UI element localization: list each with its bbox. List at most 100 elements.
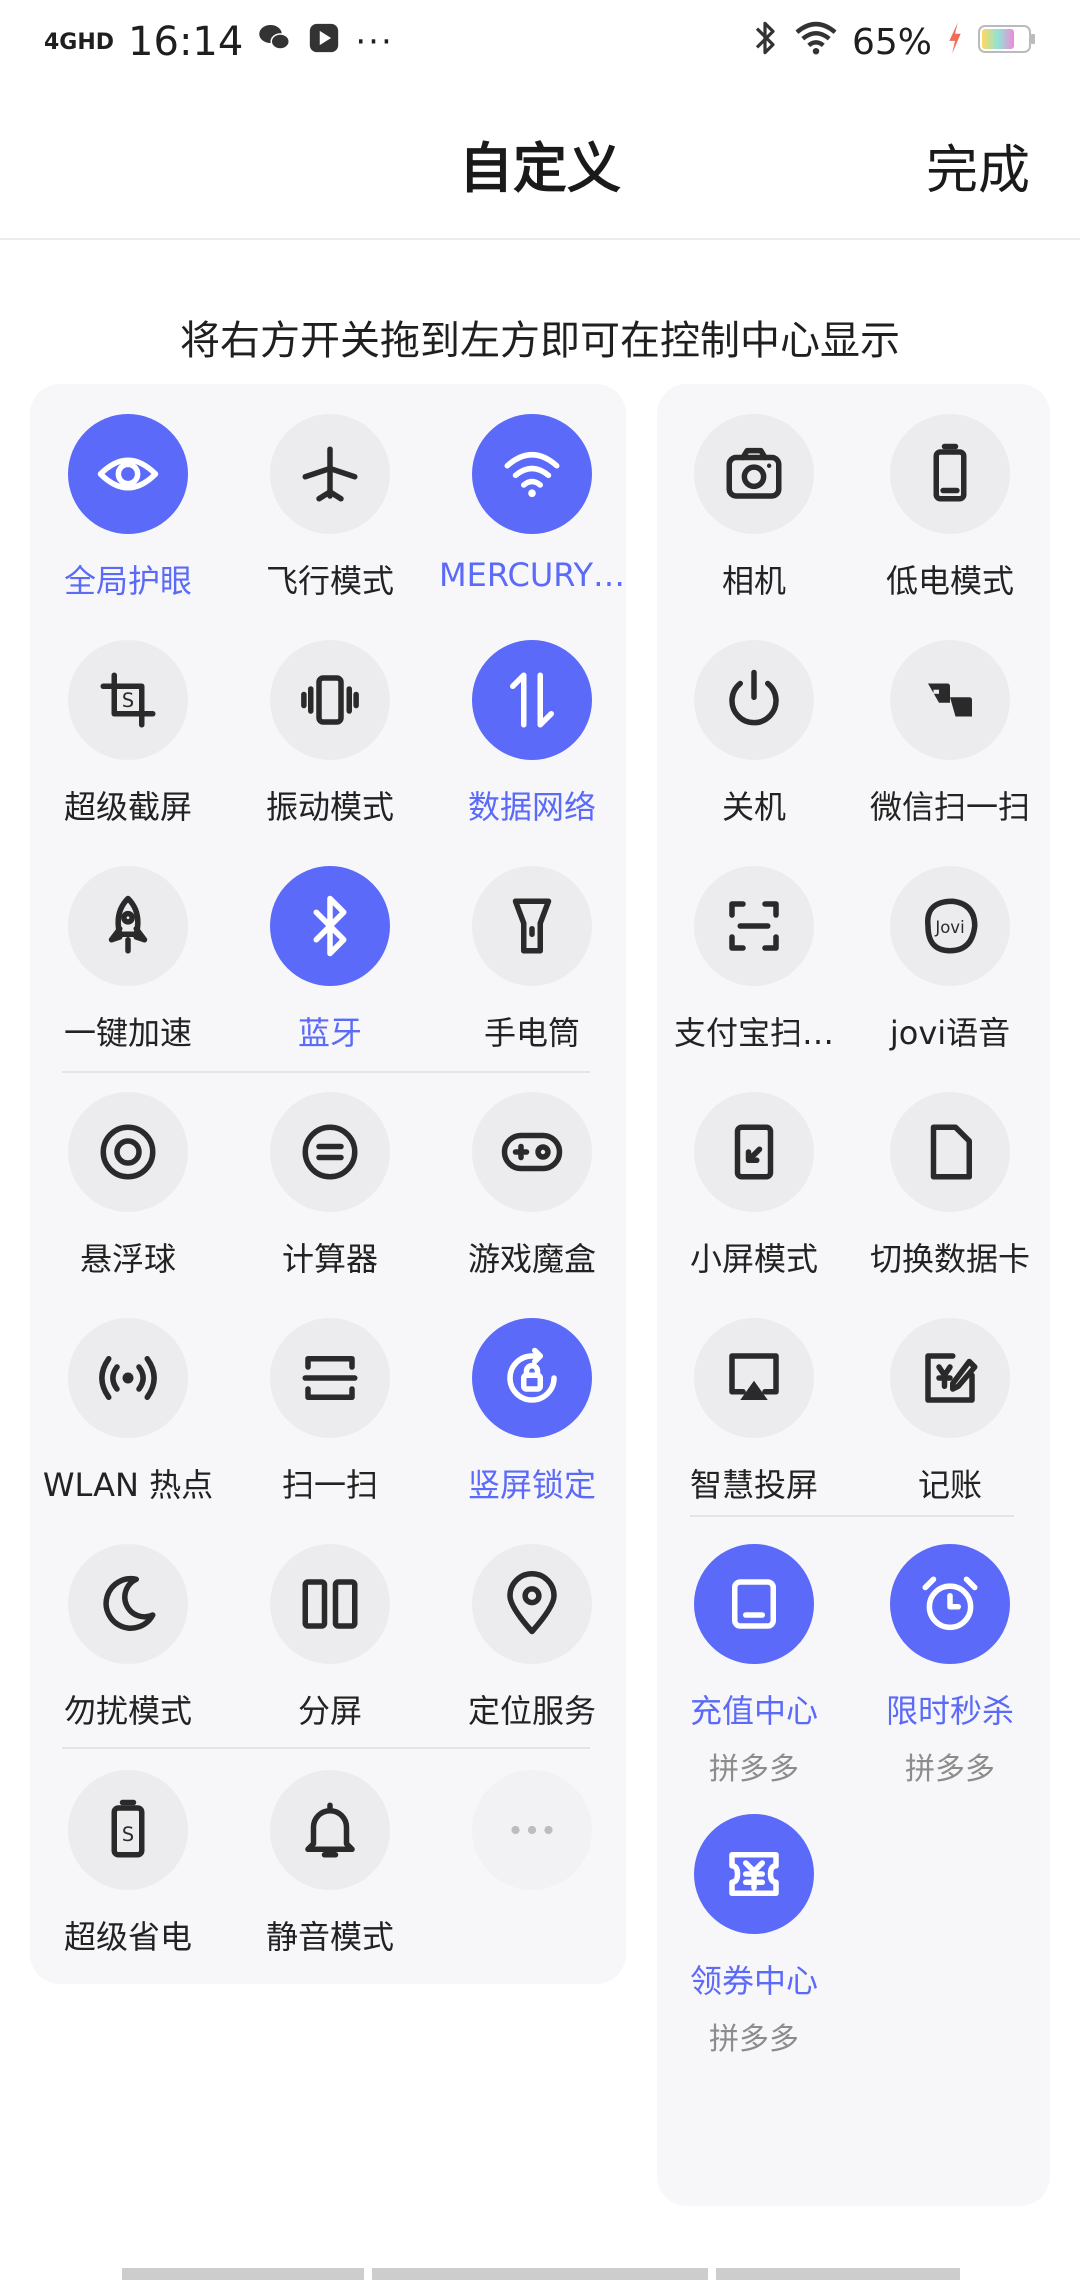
wechat-icon [257, 19, 293, 65]
done-button[interactable]: 完成 [926, 128, 1030, 203]
tile-calculator[interactable]: 计算器 [230, 1092, 430, 1280]
rocket-icon[interactable] [68, 866, 188, 986]
tile-wechat-scan[interactable]: 微信扫一扫 [850, 640, 1050, 828]
location-icon[interactable] [472, 1544, 592, 1664]
recharge-icon[interactable] [694, 1544, 814, 1664]
tile-label: 领券中心 [689, 1962, 818, 2000]
tile-power[interactable]: 关机 [654, 640, 854, 828]
section-divider [690, 1515, 1014, 1517]
tile-label: 分屏 [297, 1692, 362, 1730]
tile-rocket[interactable]: 一键加速 [28, 866, 228, 1054]
svg-text:S: S [122, 689, 134, 712]
tile-label: 计算器 [281, 1240, 378, 1278]
tile-hotspot[interactable]: WLAN 热点 [28, 1318, 228, 1506]
tile-coupon[interactable]: 领券中心 拼多多 [654, 1814, 854, 2058]
section-divider [62, 1747, 590, 1749]
vibrate-icon[interactable] [270, 640, 390, 760]
moon-icon[interactable] [68, 1544, 188, 1664]
tile-cast[interactable]: 智慧投屏 [654, 1318, 854, 1506]
tile-crop[interactable]: S 超级截屏 [28, 640, 228, 828]
alarm-clock-icon[interactable] [890, 1544, 1010, 1664]
tile-label: 一键加速 [63, 1014, 192, 1052]
network-indicator: 4GHD [44, 29, 115, 55]
tile-label: 扫一扫 [281, 1466, 378, 1504]
tile-power-save[interactable]: S 超级省电 [28, 1770, 228, 1958]
tile-float-ball[interactable]: 悬浮球 [28, 1092, 228, 1280]
status-bar: 4GHD 16:14 ··· 65% [0, 0, 1080, 84]
scan-icon[interactable] [270, 1318, 390, 1438]
power-icon[interactable] [694, 640, 814, 760]
float-ball-icon[interactable] [68, 1092, 188, 1212]
tile-bell[interactable]: 静音模式 [230, 1770, 430, 1958]
tile-alipay-scan[interactable]: 支付宝扫… [654, 866, 854, 1054]
crop-icon[interactable]: S [68, 640, 188, 760]
bluetooth-icon[interactable] [270, 866, 390, 986]
tile-label: 手电筒 [483, 1014, 580, 1052]
home-indicator-segment [122, 2268, 364, 2280]
battery-icon [978, 22, 1036, 63]
tile-label: 全局护眼 [63, 562, 192, 600]
tile-label: 静音模式 [265, 1918, 394, 1956]
wechat-scan-icon[interactable] [890, 640, 1010, 760]
instruction-text: 将右方开关拖到左方即可在控制中心显示 [180, 318, 900, 364]
tile-location[interactable]: 定位服务 [432, 1544, 632, 1732]
tile-jovi[interactable]: Jovi jovi语音 [850, 866, 1050, 1054]
tile-split-screen[interactable]: 分屏 [230, 1544, 430, 1732]
tile-sim-card[interactable]: 切换数据卡 [850, 1092, 1050, 1280]
bookkeeping-icon[interactable] [890, 1318, 1010, 1438]
tile-wifi[interactable]: MERCURY… [432, 414, 632, 594]
tile-label: 相机 [721, 562, 786, 600]
tile-data[interactable]: 数据网络 [432, 640, 632, 828]
tile-label: 智慧投屏 [689, 1466, 818, 1504]
tile-label: 切换数据卡 [869, 1240, 1030, 1278]
tile-gamepad[interactable]: 游戏魔盒 [432, 1092, 632, 1280]
tile-moon[interactable]: 勿扰模式 [28, 1544, 228, 1732]
low-battery-icon[interactable] [890, 414, 1010, 534]
small-screen-icon[interactable] [694, 1092, 814, 1212]
tile-small-screen[interactable]: 小屏模式 [654, 1092, 854, 1280]
flashlight-icon[interactable] [472, 866, 592, 986]
charging-icon [946, 21, 964, 64]
power-save-icon[interactable]: S [68, 1770, 188, 1890]
tile-label: 游戏魔盒 [467, 1240, 596, 1278]
tile-rotation-lock[interactable]: 竖屏锁定 [432, 1318, 632, 1506]
airplane-icon[interactable] [270, 414, 390, 534]
rotation-lock-icon[interactable] [472, 1318, 592, 1438]
tile-camera[interactable]: 相机 [654, 414, 854, 602]
bell-icon[interactable] [270, 1770, 390, 1890]
tile-vibrate[interactable]: 振动模式 [230, 640, 430, 828]
tile-low-battery[interactable]: 低电模式 [850, 414, 1050, 602]
tile-label: 微信扫一扫 [869, 788, 1030, 826]
coupon-icon[interactable] [694, 1814, 814, 1934]
status-time: 16:14 [128, 19, 244, 65]
tile-flashlight[interactable]: 手电筒 [432, 866, 632, 1054]
home-indicator-segment [372, 2268, 708, 2280]
gamepad-icon[interactable] [472, 1092, 592, 1212]
tile-airplane[interactable]: 飞行模式 [230, 414, 430, 602]
tile-label: 飞行模式 [265, 562, 394, 600]
tile-recharge[interactable]: 充值中心 拼多多 [654, 1544, 854, 1788]
media-icon [307, 19, 341, 65]
tile-bookkeeping[interactable]: 记账 [850, 1318, 1050, 1506]
tile-alarm-clock[interactable]: 限时秒杀 拼多多 [850, 1544, 1050, 1788]
tile-label: 记账 [917, 1466, 982, 1504]
tile-label: 支付宝扫… [673, 1014, 834, 1052]
split-screen-icon[interactable] [270, 1544, 390, 1664]
calculator-icon[interactable] [270, 1092, 390, 1212]
alipay-scan-icon[interactable] [694, 866, 814, 986]
eye-icon[interactable] [68, 414, 188, 534]
tile-label: 竖屏锁定 [467, 1466, 596, 1504]
camera-icon[interactable] [694, 414, 814, 534]
jovi-icon[interactable]: Jovi [890, 866, 1010, 986]
tile-label: MERCURY… [439, 556, 625, 594]
data-icon[interactable] [472, 640, 592, 760]
hotspot-icon[interactable] [68, 1318, 188, 1438]
tile-label: 超级省电 [63, 1918, 192, 1956]
wifi-icon[interactable] [472, 414, 592, 534]
sim-card-icon[interactable] [890, 1092, 1010, 1212]
cast-icon[interactable] [694, 1318, 814, 1438]
tile-scan[interactable]: 扫一扫 [230, 1318, 430, 1506]
svg-text:Jovi: Jovi [934, 918, 964, 937]
tile-bluetooth[interactable]: 蓝牙 [230, 866, 430, 1054]
tile-eye[interactable]: 全局护眼 [28, 414, 228, 602]
